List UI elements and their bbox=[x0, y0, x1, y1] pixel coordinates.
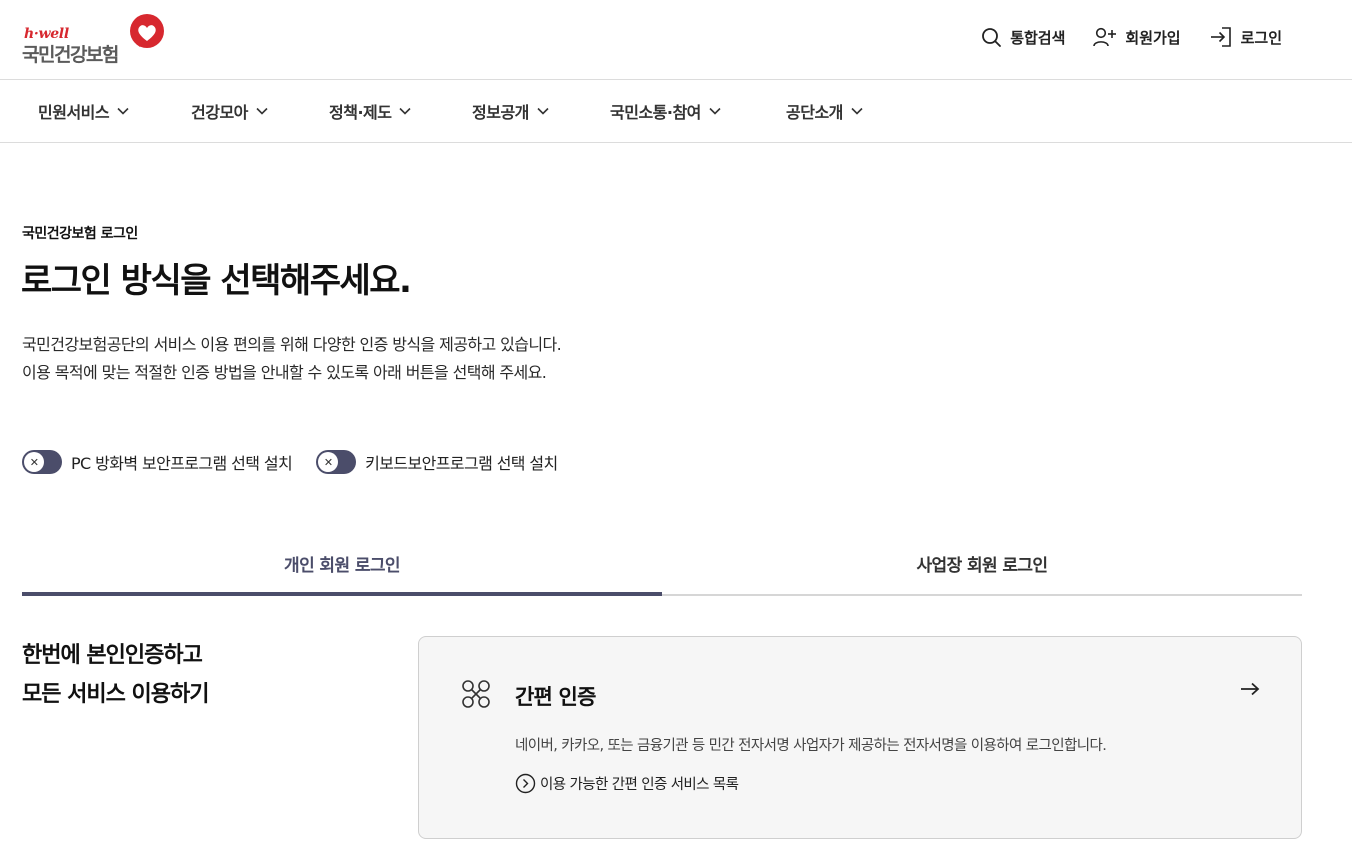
available-services-link[interactable]: 이용 가능한 간편 인증 서비스 목록 bbox=[515, 773, 739, 794]
integrated-search-label: 통합검색 bbox=[1010, 28, 1066, 47]
chevron-down-icon bbox=[537, 107, 549, 115]
gnb-label: 국민소통·참여 bbox=[610, 103, 701, 122]
tab-personal-login[interactable]: 개인 회원 로그인 bbox=[22, 540, 662, 596]
chevron-down-icon bbox=[851, 107, 863, 115]
gnb-label: 민원서비스 bbox=[38, 103, 110, 122]
toggle-switch[interactable]: ✕ bbox=[316, 450, 357, 474]
site-logo[interactable]: h·well 국민건강보험 bbox=[22, 14, 167, 66]
chevron-down-icon bbox=[399, 107, 412, 115]
gnb-item-about[interactable]: 공단소개 bbox=[786, 99, 863, 123]
close-icon: ✕ bbox=[318, 452, 339, 472]
security-toggles: ✕ PC 방화벽 보안프로그램 선택 설치 ✕ 키보드보안프로그램 선택 설치 bbox=[22, 450, 558, 474]
section-heading: 한번에 본인인증하고 모든 서비스 이용하기 bbox=[22, 636, 209, 714]
heart-logo-icon bbox=[130, 14, 164, 48]
page-description: 국민건강보험공단의 서비스 이용 편의를 위해 다양한 인증 방식을 제공하고 … bbox=[22, 331, 562, 387]
circle-chevron-right-icon bbox=[515, 773, 536, 794]
gnb-label: 건강모아 bbox=[191, 103, 248, 122]
section-heading-line: 모든 서비스 이용하기 bbox=[22, 682, 209, 707]
chevron-down-icon bbox=[256, 107, 268, 115]
gnb-label: 공단소개 bbox=[786, 103, 843, 122]
gnb-label: 정책·제도 bbox=[329, 103, 392, 122]
login-type-tabs: 개인 회원 로그인 사업장 회원 로그인 bbox=[22, 540, 1302, 596]
integrated-search-button[interactable]: 통합검색 bbox=[981, 27, 1065, 48]
gnb-label: 정보공개 bbox=[472, 103, 529, 122]
gnb-item-disclosure[interactable]: 정보공개 bbox=[472, 99, 549, 123]
user-plus-icon bbox=[1093, 27, 1117, 46]
gnb-item-civil-service[interactable]: 민원서비스 bbox=[38, 99, 129, 123]
login-button[interactable]: 로그인 bbox=[1209, 26, 1282, 48]
arrow-right-icon bbox=[1241, 682, 1260, 696]
simple-auth-card[interactable]: 간편 인증 네이버, 카카오, 또는 금융기관 등 민간 전자서명 사업자가 제… bbox=[418, 636, 1302, 839]
login-label: 로그인 bbox=[1240, 28, 1282, 47]
main-navigation: 민원서비스 건강모아 정책·제도 정보공개 국민소통·참여 공단소개 bbox=[0, 80, 1352, 143]
chevron-down-icon bbox=[709, 107, 721, 115]
simple-auth-icon bbox=[462, 680, 490, 708]
description-line: 국민건강보험공단의 서비스 이용 편의를 위해 다양한 인증 방식을 제공하고 … bbox=[22, 335, 562, 354]
tab-business-login[interactable]: 사업장 회원 로그인 bbox=[662, 540, 1302, 596]
breadcrumb: 국민건강보험 로그인 bbox=[22, 226, 138, 242]
toggle-switch[interactable]: ✕ bbox=[22, 450, 62, 474]
search-icon bbox=[982, 27, 1002, 47]
toggle-label: 키보드보안프로그램 선택 설치 bbox=[365, 454, 558, 473]
gnb-item-participation[interactable]: 국민소통·참여 bbox=[610, 99, 721, 123]
logo-main-text: 국민건강보험 bbox=[22, 44, 119, 66]
gnb-item-policy[interactable]: 정책·제도 bbox=[329, 99, 412, 123]
section-heading-line: 한번에 본인인증하고 bbox=[22, 643, 203, 668]
keyboard-security-toggle[interactable]: ✕ 키보드보안프로그램 선택 설치 bbox=[316, 450, 558, 474]
card-title: 간편 인증 bbox=[515, 685, 596, 709]
toggle-label: PC 방화벽 보안프로그램 선택 설치 bbox=[71, 454, 293, 473]
signup-button[interactable]: 회원가입 bbox=[1093, 27, 1181, 48]
page-title: 로그인 방식을 선택해주세요. bbox=[21, 261, 412, 301]
chevron-down-icon bbox=[117, 107, 129, 115]
card-description: 네이버, 카카오, 또는 금융기관 등 민간 전자서명 사업자가 제공하는 전자… bbox=[515, 738, 1107, 754]
description-line: 이용 목적에 맞는 적절한 인증 방법을 안내할 수 있도록 아래 버튼을 선택… bbox=[22, 363, 547, 382]
site-header: h·well 국민건강보험 통합검색 회원가입 로그인 bbox=[0, 0, 1352, 80]
firewall-install-toggle[interactable]: ✕ PC 방화벽 보안프로그램 선택 설치 bbox=[22, 450, 293, 474]
login-icon bbox=[1210, 27, 1231, 47]
close-icon: ✕ bbox=[24, 452, 44, 472]
signup-label: 회원가입 bbox=[1125, 28, 1181, 47]
gnb-item-health-collection[interactable]: 건강모아 bbox=[191, 99, 268, 123]
utility-nav: 통합검색 회원가입 로그인 bbox=[981, 26, 1282, 48]
link-label: 이용 가능한 간편 인증 서비스 목록 bbox=[540, 777, 739, 793]
